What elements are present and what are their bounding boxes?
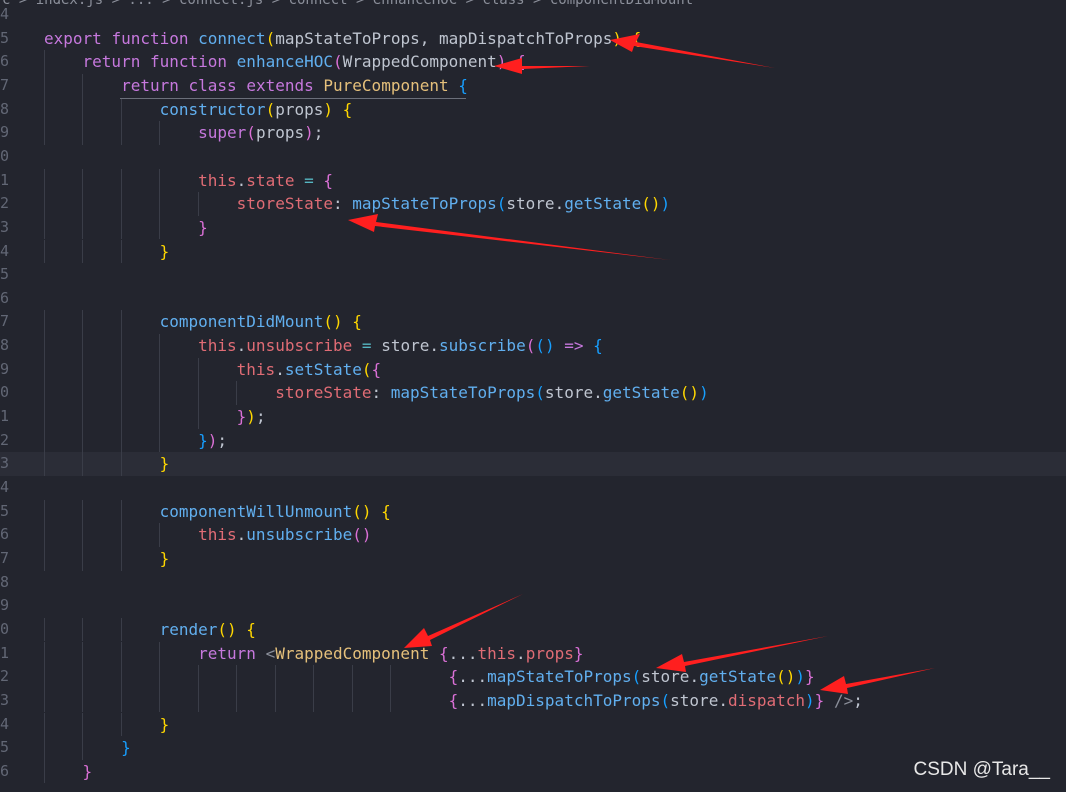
code-line[interactable]: 7 } xyxy=(0,546,1066,571)
line-number: 0 xyxy=(0,146,10,165)
line-number: 4 xyxy=(0,241,10,260)
code-text: } xyxy=(159,241,170,261)
code-text: }); xyxy=(198,430,228,450)
scope-highlight xyxy=(120,97,466,99)
line-number: 9 xyxy=(0,596,10,615)
line-number: 7 xyxy=(0,548,10,567)
code-text: this.state = { xyxy=(198,170,334,190)
code-text: } xyxy=(159,714,170,734)
watermark: CSDN @Tara__ xyxy=(913,759,1051,780)
line-number: 7 xyxy=(0,75,10,94)
code-text: return <WrappedComponent {...this.props} xyxy=(198,643,584,663)
code-line[interactable]: 1 return <WrappedComponent {...this.prop… xyxy=(0,641,1066,666)
code-line[interactable]: 6 return function enhanceHOC(WrappedComp… xyxy=(0,50,1066,74)
code-line[interactable]: 1 }); xyxy=(0,405,1066,429)
code-line[interactable]: 6 this.unsubscribe() xyxy=(0,523,1066,547)
line-number: 6 xyxy=(0,525,10,544)
code-line[interactable]: 5 xyxy=(0,263,1066,287)
code-line[interactable]: 0 storeState: mapStateToProps(store.getS… xyxy=(0,381,1066,405)
line-number: 0 xyxy=(0,383,10,402)
line-number: 4 xyxy=(0,478,10,496)
line-number: 9 xyxy=(0,359,10,378)
code-text: export function connect(mapStateToProps,… xyxy=(44,28,642,48)
code-text: constructor(props) { xyxy=(159,99,353,119)
line-number: 4 xyxy=(0,714,10,733)
line-number: 9 xyxy=(0,123,10,142)
line-number: 1 xyxy=(0,170,10,189)
code-line[interactable]: 2 {...mapStateToProps(store.getState())} xyxy=(0,665,1066,689)
code-editor[interactable]: 4 5 export function connect(mapStateToProp… xyxy=(0,5,1066,792)
code-line[interactable]: 7 componentDidMount() { xyxy=(0,310,1066,335)
code-line[interactable]: 5 export function connect(mapStateToProps… xyxy=(0,27,1066,51)
code-line[interactable]: 4 xyxy=(0,476,1066,500)
line-number: 8 xyxy=(0,99,10,118)
code-line[interactable]: 6 } xyxy=(0,759,1066,784)
code-text: } xyxy=(121,738,131,758)
code-text: this.setState({ xyxy=(236,359,382,379)
line-number: 2 xyxy=(0,194,10,213)
line-number: 3 xyxy=(0,454,10,473)
code-line[interactable]: 7 return class extends PureComponent { xyxy=(0,73,1066,98)
line-number: 2 xyxy=(0,667,10,686)
code-line[interactable]: 3 {...mapDispatchToProps(store.dispatch)… xyxy=(0,688,1066,713)
code-line[interactable]: 8 xyxy=(0,571,1066,595)
code-line[interactable]: 0 xyxy=(0,145,1066,169)
code-line[interactable]: 3 } xyxy=(0,452,1066,476)
code-text: storeState: mapStateToProps(store.getSta… xyxy=(236,194,671,214)
code-text: }); xyxy=(236,407,266,427)
line-number: 7 xyxy=(0,312,10,331)
code-text: {...mapDispatchToProps(store.dispatch)} … xyxy=(448,690,863,710)
code-line[interactable]: 9 super(props); xyxy=(0,121,1066,145)
line-number: 1 xyxy=(0,643,10,662)
line-number: 8 xyxy=(0,572,10,591)
code-text: {...mapStateToProps(store.getState())} xyxy=(448,667,815,687)
code-line[interactable]: 9 xyxy=(0,594,1066,618)
code-line[interactable]: 5 componentWillUnmount() { xyxy=(0,499,1066,524)
code-text: this.unsubscribe = store.subscribe(() =>… xyxy=(198,336,603,356)
line-number: 3 xyxy=(0,217,10,236)
line-number: 5 xyxy=(0,738,10,757)
line-number: 2 xyxy=(0,430,10,449)
code-line[interactable]: 2 storeState: mapStateToProps(store.getS… xyxy=(0,192,1066,216)
code-text: this.unsubscribe() xyxy=(198,525,372,545)
line-number: 5 xyxy=(0,265,10,284)
code-text: } xyxy=(159,454,170,474)
code-text: super(props); xyxy=(198,123,324,143)
line-number: 3 xyxy=(0,690,10,709)
code-text: } xyxy=(198,217,208,237)
code-line[interactable]: 4 xyxy=(0,3,1066,27)
line-number: 4 xyxy=(0,5,10,23)
code-line[interactable]: 9 this.setState({ xyxy=(0,357,1066,382)
line-number: 5 xyxy=(0,28,10,47)
code-text: componentWillUnmount() { xyxy=(159,501,391,521)
line-number: 0 xyxy=(0,619,10,638)
code-text: render() { xyxy=(159,619,256,639)
line-number: 6 xyxy=(0,761,10,780)
code-line[interactable]: 8 constructor(props) { xyxy=(0,97,1066,122)
line-number: 6 xyxy=(0,52,10,71)
code-text: componentDidMount() { xyxy=(159,312,362,332)
line-number: 5 xyxy=(0,501,10,520)
code-text: } xyxy=(159,548,170,568)
code-line[interactable]: 0 render() { xyxy=(0,617,1066,642)
code-line[interactable]: 2 }); xyxy=(0,428,1066,453)
code-text: return class extends PureComponent { xyxy=(121,75,468,95)
code-line[interactable]: 4 } xyxy=(0,239,1066,264)
line-number: 6 xyxy=(0,288,10,307)
code-text: } xyxy=(82,761,93,781)
code-line[interactable]: 5 } xyxy=(0,736,1066,760)
code-text: return function enhanceHOC(WrappedCompon… xyxy=(82,52,526,72)
line-number: 8 xyxy=(0,336,10,355)
line-number: 1 xyxy=(0,407,10,426)
code-line[interactable]: 6 xyxy=(0,287,1066,311)
code-line[interactable]: 8 this.unsubscribe = store.subscribe(() … xyxy=(0,334,1066,358)
code-line[interactable]: 1 this.state = { xyxy=(0,168,1066,193)
code-text: storeState: mapStateToProps(store.getSta… xyxy=(275,383,709,403)
code-line[interactable]: 4 } xyxy=(0,712,1066,737)
code-line[interactable]: 3 } xyxy=(0,215,1066,240)
